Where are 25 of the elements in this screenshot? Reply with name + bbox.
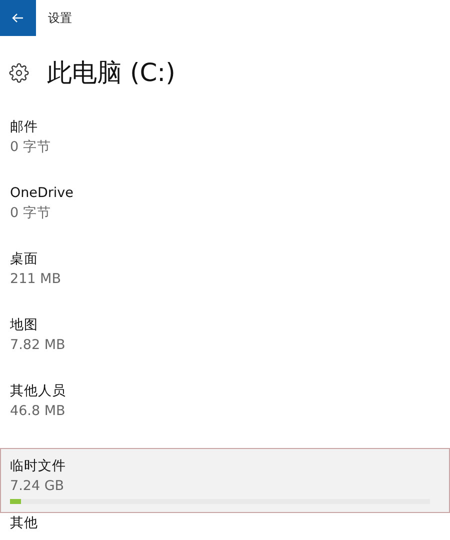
back-arrow-icon xyxy=(12,13,24,23)
category-size: 0 字节 xyxy=(10,204,51,223)
storage-category-item[interactable]: 桌面 211 MB xyxy=(0,249,450,315)
storage-category-item[interactable]: 其他 xyxy=(0,513,450,540)
page-heading: 此电脑 (C:) xyxy=(47,57,176,89)
category-size: 7.82 MB xyxy=(10,336,66,355)
category-name: OneDrive xyxy=(10,184,74,203)
category-size: 0 字节 xyxy=(10,138,51,157)
settings-icon xyxy=(9,62,29,82)
back-button[interactable] xyxy=(0,0,36,36)
category-name: 地图 xyxy=(10,316,38,335)
category-size: 7.24 GB xyxy=(10,477,64,496)
storage-category-item[interactable]: 其他人员 46.8 MB xyxy=(0,381,450,447)
window-title: 设置 xyxy=(48,10,72,26)
category-name: 邮件 xyxy=(10,118,38,137)
storage-category-item[interactable]: OneDrive 0 字节 xyxy=(0,183,450,249)
category-name: 临时文件 xyxy=(10,457,66,476)
category-size: 46.8 MB xyxy=(10,402,66,421)
category-name: 其他人员 xyxy=(10,382,66,401)
storage-category-item[interactable]: 临时文件 7.24 GB xyxy=(0,448,450,513)
storage-category-item[interactable]: 邮件 0 字节 xyxy=(0,117,450,183)
category-name: 其他 xyxy=(10,514,38,533)
storage-category-item[interactable]: 地图 7.82 MB xyxy=(0,315,450,381)
category-name: 桌面 xyxy=(10,250,38,269)
category-size: 211 MB xyxy=(10,270,61,289)
